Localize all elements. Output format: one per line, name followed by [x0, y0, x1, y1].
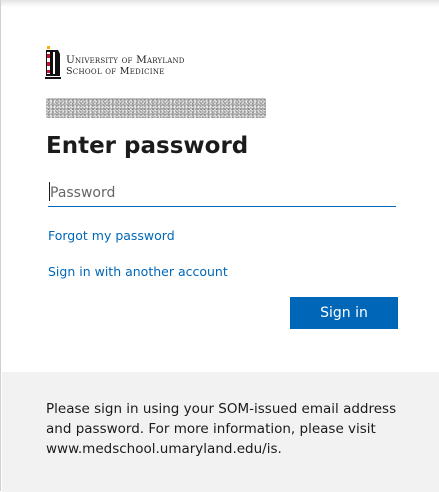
password-input[interactable]: [48, 179, 396, 207]
top-edge-shadow: [1, 1, 439, 7]
forgot-password-link[interactable]: Forgot my password: [48, 228, 175, 243]
logo-school-name: School of Medicine: [66, 66, 165, 77]
sign-in-another-account-link[interactable]: Sign in with another account: [48, 264, 228, 279]
footer-panel: Please sign in using your SOM-issued ema…: [2, 372, 439, 492]
logo-university-name: University of Maryland: [66, 54, 185, 66]
signin-page: University of Maryland School of Medicin…: [0, 0, 439, 492]
redacted-account-email: [46, 98, 266, 118]
sign-in-button[interactable]: Sign in: [290, 297, 398, 329]
university-logo: University of Maryland School of Medicin…: [45, 46, 215, 80]
maryland-flag-emblem-icon: [45, 46, 61, 79]
page-title: Enter password: [46, 133, 249, 159]
text-caret: [49, 182, 50, 201]
footer-message: Please sign in using your SOM-issued ema…: [46, 401, 397, 457]
